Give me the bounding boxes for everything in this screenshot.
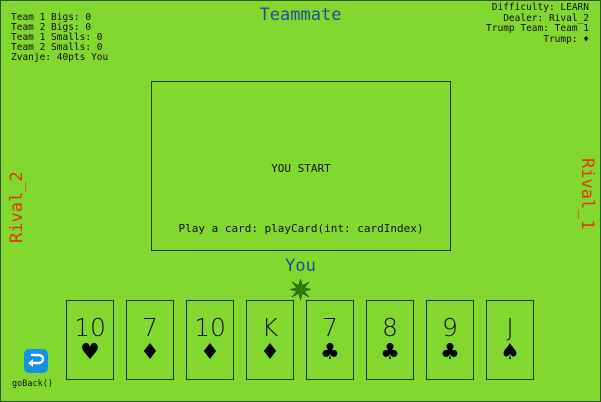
card-rank: 7: [142, 313, 158, 342]
table-hint: Play a card: playCard(int: cardIndex): [178, 222, 424, 235]
return-arrow-icon: [28, 353, 45, 367]
card-suit: ♦: [260, 340, 280, 365]
card-suit: ♣: [320, 340, 340, 365]
teammate-label: Teammate: [259, 5, 342, 25]
card-rank: J: [506, 313, 514, 342]
zvanje: Zvanje: 40pts You: [11, 52, 109, 63]
card-7[interactable]: J ♠: [486, 300, 534, 380]
go-back-button[interactable]: [24, 349, 48, 373]
card-4[interactable]: 7 ♣: [306, 300, 354, 380]
card-suit: ♥: [80, 340, 100, 365]
card-suit: ♠: [500, 340, 520, 365]
turn-indicator-star-icon: [290, 279, 311, 300]
card-1[interactable]: 7 ♦: [126, 300, 174, 380]
card-rank: 10: [194, 313, 226, 342]
table-message: YOU START: [271, 162, 331, 175]
card-suit: ♦: [140, 340, 160, 365]
rival-left-label: Rival_2: [7, 171, 27, 243]
card-suit: ♣: [440, 340, 460, 365]
card-2[interactable]: 10 ♦: [186, 300, 234, 380]
card-rank: 10: [74, 313, 106, 342]
card-6[interactable]: 9 ♣: [426, 300, 474, 380]
you-label: You: [285, 256, 316, 276]
card-suit: ♣: [380, 340, 400, 365]
go-back-label: goBack(): [12, 379, 53, 389]
card-rank: K: [261, 313, 279, 342]
card-0[interactable]: 10 ♥: [66, 300, 114, 380]
trump-suit: Trump: ♦: [543, 33, 589, 45]
trump-team: Trump Team: Team 1: [486, 23, 589, 34]
card-5[interactable]: 8 ♣: [366, 300, 414, 380]
card-rank: 9: [442, 313, 458, 342]
card-suit: ♦: [200, 340, 220, 365]
card-3[interactable]: K ♦: [246, 300, 294, 380]
card-rank: 8: [382, 313, 398, 342]
play-table: YOU START Play a card: playCard(int: car…: [151, 81, 451, 251]
card-rank: 7: [322, 313, 338, 342]
rival-right-label: Rival_1: [577, 158, 597, 230]
